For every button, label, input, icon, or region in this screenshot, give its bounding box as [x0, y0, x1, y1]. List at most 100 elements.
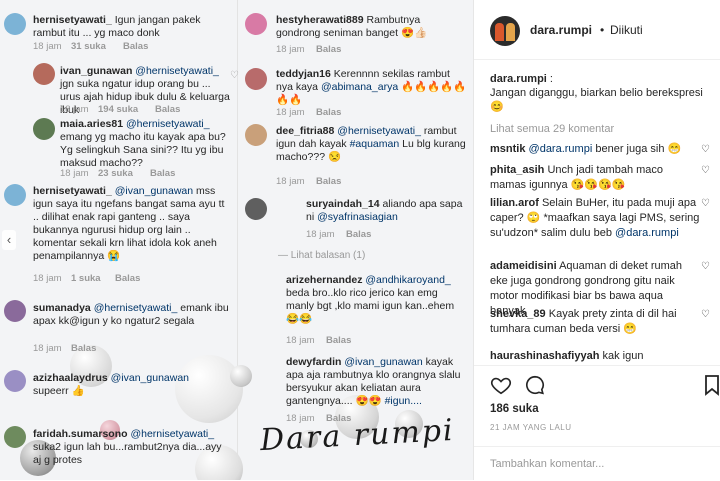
view-all-comments-link[interactable]: Lihat semua 29 komentar [490, 123, 614, 135]
avatar [245, 198, 267, 220]
post-caption: dara.rumpi : Jangan diganggu, biarkan be… [490, 73, 703, 113]
reply-link[interactable]: Balas [123, 40, 148, 53]
comment-emoji: 😒 [327, 151, 342, 163]
add-comment-field[interactable]: Tambahkan komentar... [474, 446, 720, 481]
replies-label[interactable]: Lihat balasan (1) [291, 250, 366, 261]
comment-emoji: 😍👍🏻 [400, 27, 428, 39]
reply-link[interactable]: Balas [316, 106, 341, 119]
comment-hashtag[interactable]: #aquaman [350, 138, 400, 150]
like-heart-icon[interactable] [490, 374, 512, 396]
image-comment: sumanadya @hernisetyawati_ emank ibu apa… [33, 302, 229, 328]
comment-text: supeerr [33, 385, 69, 397]
image-comment: hernisetyawati_ @ivan_gunawan mss igun s… [33, 185, 229, 263]
caption-text: Jangan diganggu, biarkan belio berekspre… [490, 87, 703, 99]
reply-link[interactable]: Balas [316, 175, 341, 188]
comment-username[interactable]: msntik [490, 143, 525, 155]
caption-emoji: 😊 [490, 101, 504, 113]
reply-link[interactable]: Balas [326, 334, 351, 347]
post-actions: 186 suka 21 JAM YANG LALU Tambahkan kome… [474, 365, 720, 480]
comment-emoji: 👍 [71, 385, 85, 397]
replies-dash: — [278, 250, 291, 261]
comment-username[interactable]: lilian.arof [490, 197, 539, 209]
comment-mention[interactable]: @syafrinasiagian [317, 211, 398, 223]
comment-mention[interactable]: @abimana_arya [321, 81, 398, 93]
comment-text: suka2 igun lah bu...rambut2nya dia...ayy… [33, 441, 222, 466]
comment-likes: 1 suka [71, 273, 101, 284]
following-status-button[interactable]: Diikuti [610, 23, 643, 37]
image-comment: dewyfardin @ivan_gunawan kayak apa aja r… [286, 356, 468, 408]
comment-emoji: 😘😘😘😘 [570, 179, 626, 191]
image-comment: arizehernandez @andhikaroyand_ beda bro.… [286, 274, 468, 326]
comment-time: 18 jam [286, 335, 315, 346]
comment-mention[interactable]: @ivan_gunawan [111, 372, 189, 384]
comment-username: azizhaalaydrus [33, 372, 108, 384]
post-side-panel: dara.rumpi • Diikuti dara.rumpi : Jangan… [474, 0, 720, 480]
comment-text: kak igun [602, 350, 644, 362]
comment-mention[interactable]: @hernisetyawati_ [337, 125, 421, 137]
add-comment-placeholder[interactable]: Tambahkan komentar... [490, 458, 604, 470]
image-comment: faridah.sumarsono @hernisetyawati_ suka2… [33, 428, 229, 467]
comment-text: beda bro..klo rico jerico kan emg manly … [286, 287, 455, 312]
likes-count[interactable]: 186 suka [490, 403, 539, 415]
comment: msntik @dara.rumpi bener juga sih 😁 [490, 142, 700, 157]
comment-username[interactable]: haurashinashafiyyah [490, 350, 599, 362]
reply-link[interactable]: Balas [150, 167, 175, 180]
comment-likes: 194 suka [98, 104, 139, 115]
comment-hashtag[interactable]: #igun.... [385, 395, 422, 407]
comment-mention[interactable]: @hernisetyawati_ [94, 302, 178, 314]
comment-bubble-icon[interactable] [524, 374, 546, 396]
image-comment: hestyherawati889 Rambutnya gondrong seni… [276, 14, 466, 40]
comment-username: hernisetyawati_ [33, 185, 112, 197]
comment-likes: 23 suka [98, 168, 133, 179]
post-image[interactable]: ‹ hernisetyawati_ Igun jangan pakek ramb… [0, 0, 474, 480]
comment-mention[interactable]: @hernisetyawati_ [130, 428, 214, 440]
caption-username[interactable]: dara.rumpi [490, 73, 547, 85]
view-replies-link[interactable]: — Lihat balasan (1) [278, 250, 365, 261]
reply-link[interactable]: Balas [155, 103, 180, 116]
comment-time: 18 jam [306, 229, 335, 240]
like-comment-heart-icon[interactable]: ♡ [701, 165, 710, 176]
comment-username[interactable]: phita_asih [490, 164, 544, 176]
comment-mention[interactable]: @ivan_gunawan [344, 356, 422, 368]
comment-username: dewyfardin [286, 356, 342, 368]
reply-link[interactable]: Balas [71, 342, 96, 355]
save-bookmark-icon[interactable] [704, 374, 720, 396]
comment-mention[interactable]: @hernisetyawati_ [126, 118, 210, 130]
like-comment-heart-icon[interactable]: ♡ [701, 144, 710, 155]
comment-mention[interactable]: @ivan_gunawan [115, 185, 193, 197]
comment-mention[interactable]: @andhikaroyand_ [365, 274, 450, 286]
comment-time: 18 jam [276, 176, 305, 187]
account-avatar[interactable] [490, 16, 520, 46]
image-comment: hernisetyawati_ Igun jangan pakek rambut… [33, 14, 228, 40]
comment-username[interactable]: adameidisini [490, 260, 557, 272]
comment-time: 18 jam [33, 41, 62, 52]
comment-username[interactable]: shevka_89 [490, 308, 546, 320]
avatar [245, 68, 267, 90]
image-comment: suryaindah_14 aliando apa sapa ni @syafr… [306, 198, 468, 224]
reply-link[interactable]: Balas [346, 228, 371, 241]
image-comment: azizhaalaydrus @ivan_gunawan supeerr 👍 [33, 372, 229, 398]
comment-username: faridah.sumarsono [33, 428, 128, 440]
like-comment-heart-icon[interactable]: ♡ [701, 198, 710, 209]
avatar [4, 426, 26, 448]
reply-link[interactable]: Balas [115, 272, 140, 285]
like-comment-heart-icon[interactable]: ♡ [701, 309, 710, 320]
avatar [33, 63, 55, 85]
comment-emoji: 😂😂 [286, 313, 313, 325]
comment-mention[interactable]: @dara.rumpi [615, 227, 679, 239]
comment-text: emang yg macho itu kayak apa bu? Yg seli… [60, 131, 226, 169]
comment-time: 18 jam [276, 107, 305, 118]
comment-emoji: 😍😍 [355, 395, 382, 407]
comment-mention[interactable]: @dara.rumpi [529, 143, 593, 155]
image-comment: maia.aries81 @hernisetyawati_ emang yg m… [60, 118, 232, 170]
reply-link[interactable]: Balas [316, 43, 341, 56]
comment-time: 18 jam [33, 343, 62, 354]
like-comment-heart-icon[interactable]: ♡ [701, 261, 710, 272]
comment-mention[interactable]: @hernisetyawati_ [135, 65, 219, 77]
account-username[interactable]: dara.rumpi [530, 23, 592, 37]
comment-emoji: 😁 [623, 323, 637, 335]
comment-username: sumanadya [33, 302, 91, 314]
comment-emoji: 😁 [667, 143, 682, 155]
comment-username: teddyjan16 [276, 68, 331, 80]
image-comments-left: hernisetyawati_ Igun jangan pakek rambut… [0, 0, 239, 480]
